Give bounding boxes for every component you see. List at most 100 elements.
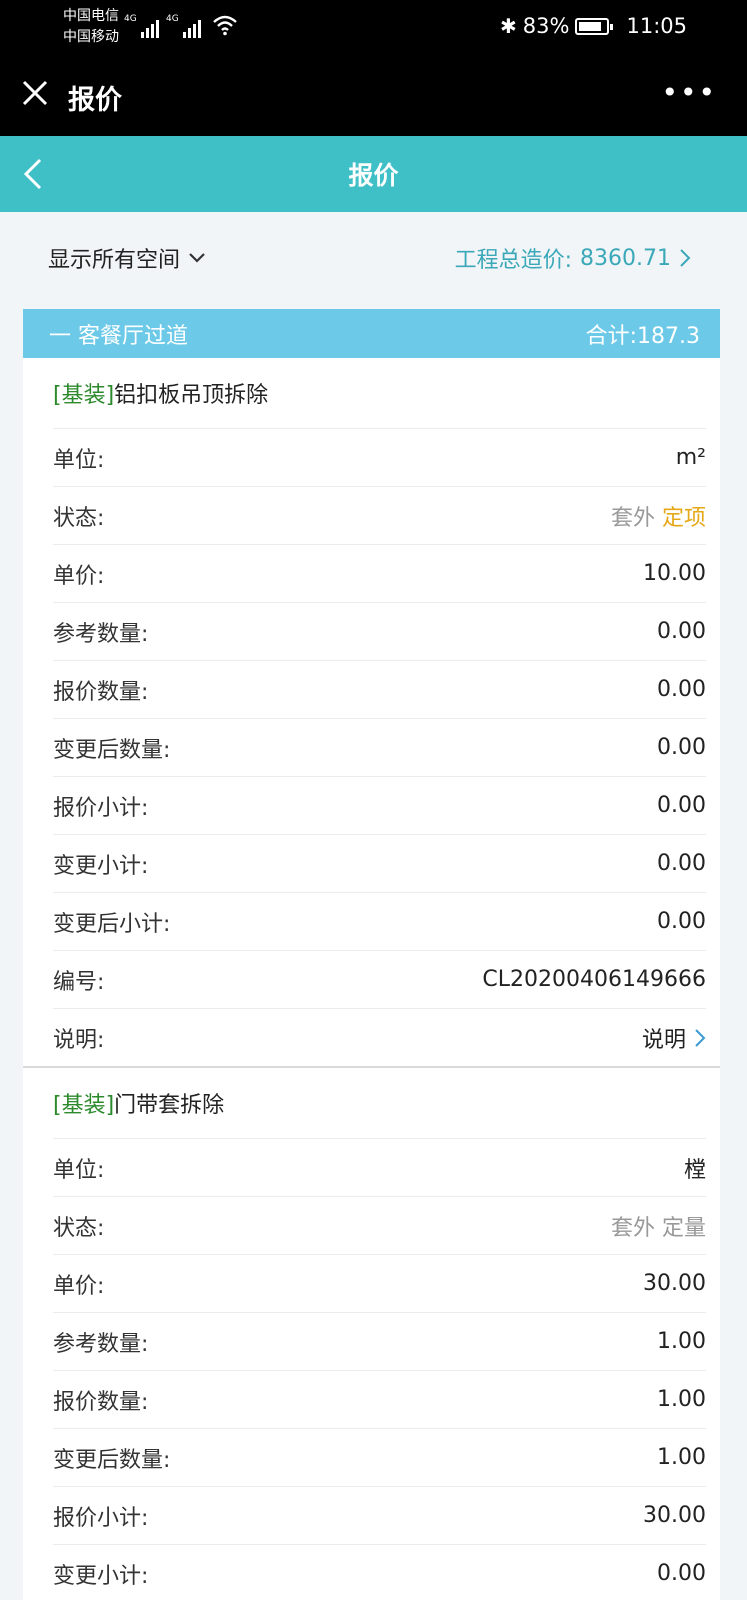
item-title: [基装] 铝扣板吊顶拆除: [23, 358, 720, 428]
row-label: 变更后数量:: [53, 1447, 171, 1473]
row-code: 编号: CL20200406149666: [53, 950, 706, 1008]
row-quote-qty: 报价数量: 0.00: [53, 660, 706, 718]
filter-row: 显示所有空间 工程总造价: 8360.71: [0, 212, 747, 308]
space-filter-label: 显示所有空间: [48, 248, 181, 273]
row-label: 变更小计:: [53, 853, 149, 879]
item-name: 铝扣板吊顶拆除: [114, 383, 269, 408]
row-value: 0.00: [657, 677, 706, 702]
row-label: 状态:: [53, 1215, 105, 1241]
row-label: 单位:: [53, 447, 105, 473]
row-status: 状态: 套外 定量: [53, 1196, 706, 1254]
signal-icon-2: 4G: [166, 14, 201, 38]
row-price: 单价: 10.00: [53, 544, 706, 602]
group-subtotal: 合计:187.3: [585, 323, 700, 349]
chevron-right-icon: [695, 1028, 706, 1047]
group-header[interactable]: 一 客餐厅过道 合计:187.3: [23, 309, 720, 358]
row-label: 状态:: [53, 505, 105, 531]
row-label: 报价数量:: [53, 679, 149, 705]
row-unit: 单位: m²: [53, 428, 706, 486]
row-value: 30.00: [643, 1503, 706, 1528]
row-value: 套外 定量: [611, 1210, 706, 1242]
row-quote-subtotal: 报价小计: 0.00: [53, 776, 706, 834]
status-bar: 中国电信 中国移动 4G 4G ✱ 83% 11:05: [0, 0, 747, 56]
chevron-right-icon: [680, 249, 691, 267]
row-quote-subtotal: 报价小计: 30.00: [53, 1486, 706, 1544]
row-change-subtotal: 变更小计: 0.00: [53, 1544, 706, 1600]
item-tag: [基装]: [53, 1093, 115, 1118]
total-cost-value: 8360.71: [580, 245, 671, 271]
page-header: 报价: [0, 136, 747, 212]
clock: 11:05: [626, 14, 687, 38]
row-value: 套外 定项: [611, 500, 706, 532]
row-value: 1.00: [657, 1329, 706, 1354]
network-type-1: 4G: [124, 14, 137, 24]
row-label: 报价小计:: [53, 1505, 149, 1531]
row-price: 单价: 30.00: [53, 1254, 706, 1312]
total-cost-link[interactable]: 工程总造价: 8360.71: [455, 242, 691, 274]
row-status: 状态: 套外 定项: [53, 486, 706, 544]
row-label: 参考数量:: [53, 621, 149, 647]
note-link[interactable]: 说明: [642, 1022, 706, 1054]
row-value: 30.00: [643, 1271, 706, 1296]
carrier-1: 中国电信: [63, 8, 119, 24]
item-tag: [基装]: [53, 383, 115, 408]
row-ref-qty: 参考数量: 0.00: [53, 602, 706, 660]
carrier-2: 中国移动: [63, 29, 119, 45]
status-type: 定项: [661, 505, 706, 531]
row-value: 0.00: [657, 735, 706, 760]
row-ref-qty: 参考数量: 1.00: [53, 1312, 706, 1370]
status-type: 定量: [661, 1215, 706, 1241]
row-label: 单位:: [53, 1157, 105, 1183]
space-filter-dropdown[interactable]: 显示所有空间: [48, 242, 206, 274]
row-value: 0.00: [657, 619, 706, 644]
row-value: 樘: [683, 1157, 706, 1183]
item-name: 门带套拆除: [114, 1093, 225, 1118]
row-value: 0.00: [657, 793, 706, 818]
row-label: 单价:: [53, 1273, 105, 1299]
carrier-names: 中国电信 中国移动: [63, 6, 119, 48]
row-label: 变更后数量:: [53, 737, 171, 763]
wifi-icon: [213, 15, 237, 36]
row-changed-qty: 变更后数量: 1.00: [53, 1428, 706, 1486]
collapse-icon[interactable]: 一: [49, 324, 71, 349]
row-unit: 单位: 樘: [53, 1138, 706, 1196]
group-title: 一 客餐厅过道: [49, 318, 188, 350]
status-right: ✱ 83%: [500, 14, 614, 38]
status-scope: 套外: [610, 505, 655, 531]
quote-card: 一 客餐厅过道 合计:187.3 [基装] 铝扣板吊顶拆除 单位: m² 状态:…: [23, 309, 720, 1600]
row-changed-qty: 变更后数量: 0.00: [53, 718, 706, 776]
row-label: 参考数量:: [53, 1331, 149, 1357]
row-value: m²: [675, 445, 706, 470]
bluetooth-icon: ✱: [500, 14, 517, 38]
row-change-subtotal: 变更小计: 0.00: [53, 834, 706, 892]
network-type-2: 4G: [166, 14, 179, 24]
page-title: 报价: [348, 161, 399, 190]
group-name: 客餐厅过道: [78, 323, 189, 349]
row-label: 变更后小计:: [53, 911, 171, 937]
close-icon[interactable]: [20, 78, 50, 108]
row-value: 0.00: [657, 851, 706, 876]
row-label: 报价数量:: [53, 1389, 149, 1415]
note-link-label: 说明: [641, 1027, 686, 1053]
row-changed-subtotal: 变更后小计: 0.00: [53, 892, 706, 950]
row-label: 编号:: [53, 969, 105, 995]
chevron-down-icon: [189, 253, 205, 263]
battery-percent: 83%: [522, 14, 570, 38]
item-title: [基装] 门带套拆除: [23, 1068, 720, 1138]
row-note: 说明: 说明: [53, 1008, 706, 1066]
row-label: 单价:: [53, 563, 105, 589]
wechat-title-bar: 报价 •••: [0, 56, 747, 136]
wechat-title: 报价: [68, 85, 122, 116]
row-value: 1.00: [657, 1387, 706, 1412]
more-icon[interactable]: •••: [661, 76, 717, 109]
row-label: 变更小计:: [53, 1563, 149, 1589]
row-value: CL20200406149666: [482, 967, 706, 992]
battery-icon: [575, 17, 614, 35]
row-quote-qty: 报价数量: 1.00: [53, 1370, 706, 1428]
row-value: 10.00: [643, 561, 706, 586]
row-label: 报价小计:: [53, 795, 149, 821]
row-value: 0.00: [657, 1561, 706, 1586]
row-value: 1.00: [657, 1445, 706, 1470]
row-value: 0.00: [657, 909, 706, 934]
total-cost-label: 工程总造价:: [454, 248, 573, 273]
